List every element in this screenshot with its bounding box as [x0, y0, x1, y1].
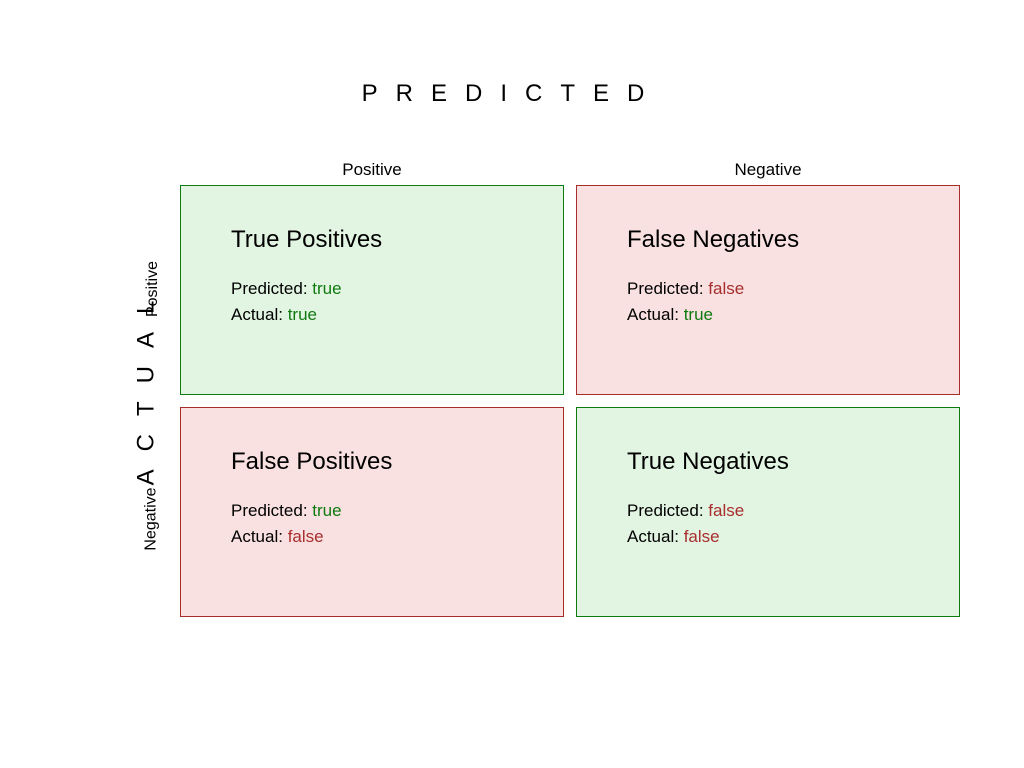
actual-value: false: [684, 527, 720, 546]
cell-predicted-line: Predicted: false: [627, 276, 929, 302]
actual-prefix: Actual:: [231, 527, 288, 546]
actual-value: true: [684, 305, 713, 324]
cell-actual-line: Actual: true: [627, 302, 929, 328]
cell-title: True Positives: [231, 226, 533, 254]
cell-predicted-line: Predicted: true: [231, 498, 533, 524]
actual-prefix: Actual:: [231, 305, 288, 324]
cell-false-positives: False Positives Predicted: true Actual: …: [180, 407, 564, 617]
cell-false-negatives: False Negatives Predicted: false Actual:…: [576, 185, 960, 395]
confusion-matrix-grid: True Positives Predicted: true Actual: t…: [180, 185, 960, 617]
cell-title: False Negatives: [627, 226, 929, 254]
column-headers: Positive Negative: [180, 160, 960, 180]
predicted-value: false: [708, 501, 744, 520]
cell-true-positives: True Positives Predicted: true Actual: t…: [180, 185, 564, 395]
predicted-prefix: Predicted:: [231, 279, 312, 298]
predicted-prefix: Predicted:: [231, 501, 312, 520]
cell-actual-line: Actual: false: [627, 524, 929, 550]
actual-prefix: Actual:: [627, 305, 684, 324]
predicted-axis-label: PREDICTED: [0, 80, 1024, 108]
cell-actual-line: Actual: true: [231, 302, 533, 328]
cell-predicted-line: Predicted: false: [627, 498, 929, 524]
actual-value: false: [288, 527, 324, 546]
row-header-positive: Positive: [144, 261, 162, 317]
col-header-positive: Positive: [180, 160, 564, 180]
cell-predicted-line: Predicted: true: [231, 276, 533, 302]
actual-prefix: Actual:: [627, 527, 684, 546]
predicted-prefix: Predicted:: [627, 279, 708, 298]
predicted-value: false: [708, 279, 744, 298]
predicted-value: true: [312, 279, 341, 298]
cell-actual-line: Actual: false: [231, 524, 533, 550]
cell-title: True Negatives: [627, 448, 929, 476]
col-header-negative: Negative: [576, 160, 960, 180]
cell-true-negatives: True Negatives Predicted: false Actual: …: [576, 407, 960, 617]
predicted-value: true: [312, 501, 341, 520]
predicted-prefix: Predicted:: [627, 501, 708, 520]
row-header-negative: Negative: [143, 487, 161, 550]
cell-title: False Positives: [231, 448, 533, 476]
actual-value: true: [288, 305, 317, 324]
